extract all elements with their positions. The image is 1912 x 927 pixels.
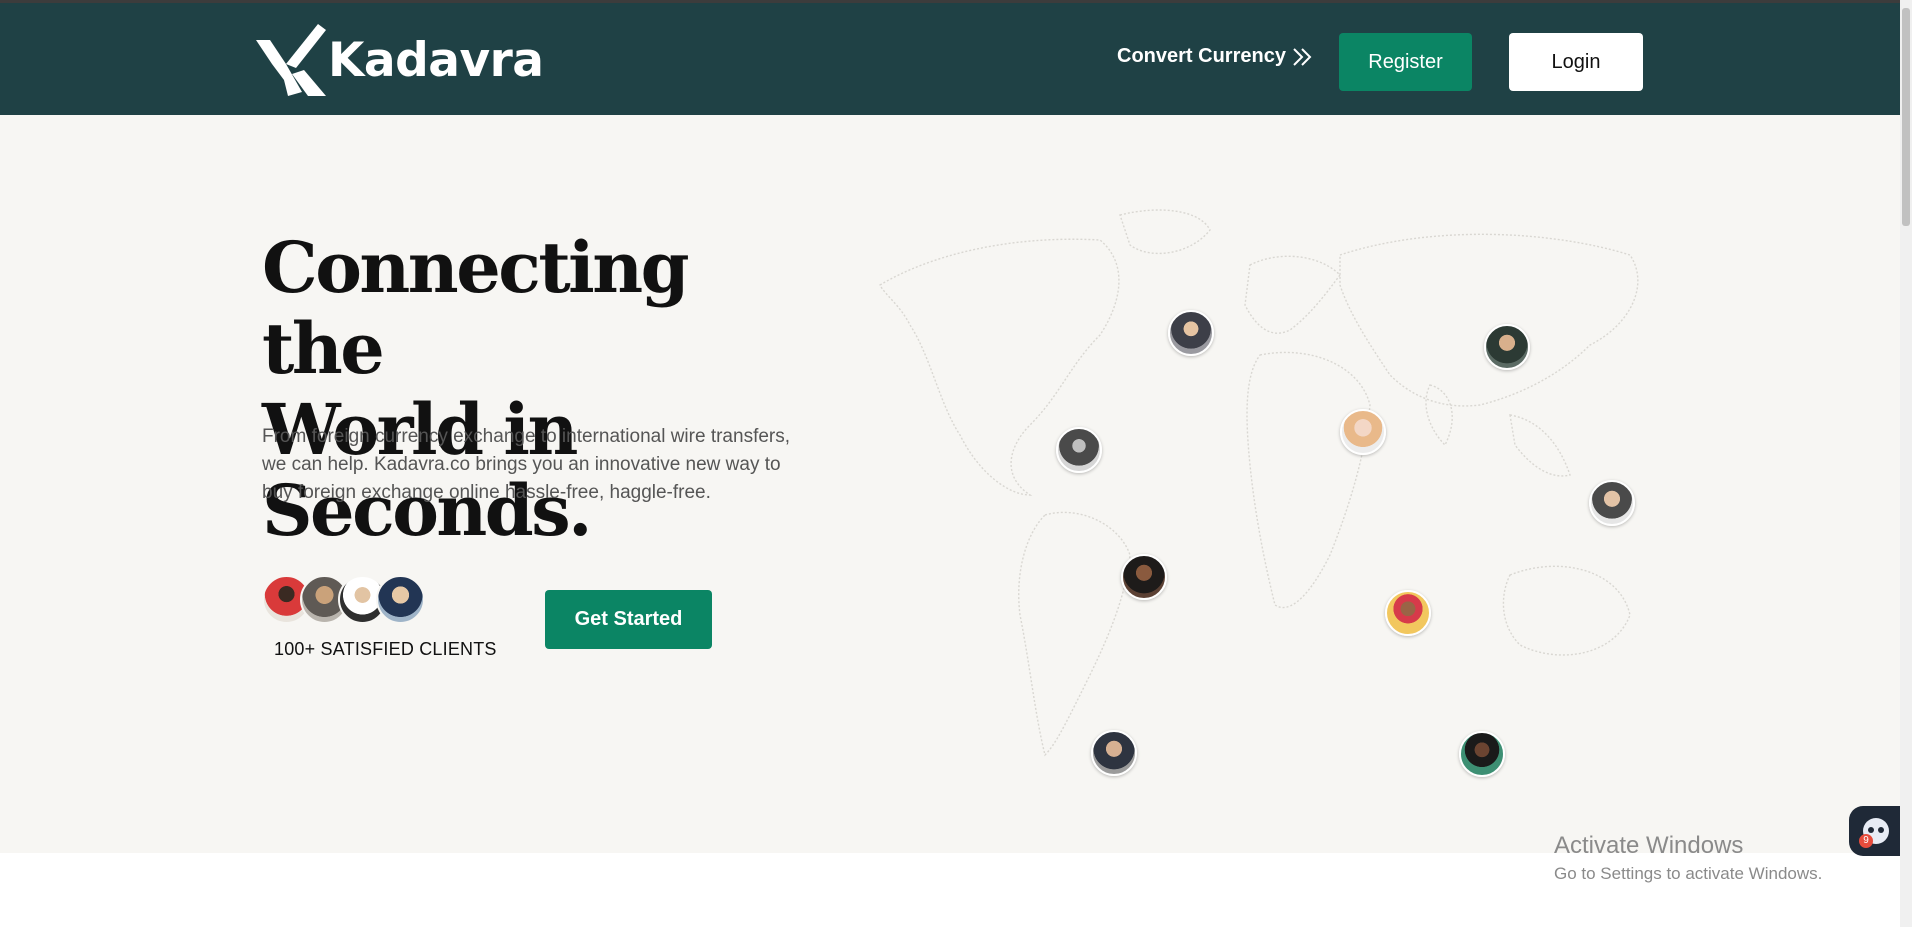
world-map-icon (879, 209, 1639, 757)
page-scrollbar[interactable] (1900, 0, 1912, 927)
windows-activation-watermark: Activate Windows Go to Settings to activ… (1554, 832, 1822, 886)
map-person-avatar-2 (1056, 427, 1102, 473)
map-person-avatar-3 (1484, 324, 1530, 370)
map-person-avatar-6 (1121, 554, 1167, 600)
hero-description: From foreign currency exchange to intern… (262, 426, 791, 503)
chat-notification-badge: 9 (1859, 834, 1873, 848)
map-person-avatar-5 (1589, 480, 1635, 526)
register-button[interactable]: Register (1339, 33, 1472, 91)
world-map (870, 195, 1670, 777)
brand-name: Kadavra (328, 32, 544, 88)
map-person-avatar-9 (1459, 731, 1505, 777)
map-person-avatar-4 (1340, 409, 1386, 455)
map-person-avatar-1 (1168, 310, 1214, 356)
chat-bot-icon (1863, 818, 1889, 844)
hero-title-line1: Connecting the (262, 226, 690, 390)
top-navbar: Kadavra Convert Currency Register Login (0, 3, 1900, 115)
kadavra-logo-icon (256, 24, 326, 96)
double-chevron-right-icon (1293, 47, 1312, 66)
chat-widget-button[interactable]: 9 (1849, 806, 1900, 856)
map-person-avatar-8 (1091, 730, 1137, 776)
brand-logo[interactable]: Kadavra (256, 23, 544, 97)
login-button[interactable]: Login (1509, 33, 1643, 91)
convert-currency-link[interactable]: Convert Currency (1117, 45, 1314, 68)
map-person-avatar-7 (1385, 590, 1431, 636)
client-avatar-4 (376, 575, 425, 624)
scrollbar-thumb[interactable] (1902, 8, 1910, 226)
hero-section: Connecting the World in Seconds. From fo… (0, 115, 1900, 853)
satisfied-clients-label: 100+ SATISFIED CLIENTS (274, 639, 497, 659)
get-started-button[interactable]: Get Started (545, 590, 712, 649)
watermark-subtitle: Go to Settings to activate Windows. (1554, 864, 1823, 883)
watermark-title: Activate Windows (1554, 832, 1744, 859)
convert-currency-label: Convert Currency (1117, 45, 1286, 67)
client-avatars (262, 575, 432, 625)
